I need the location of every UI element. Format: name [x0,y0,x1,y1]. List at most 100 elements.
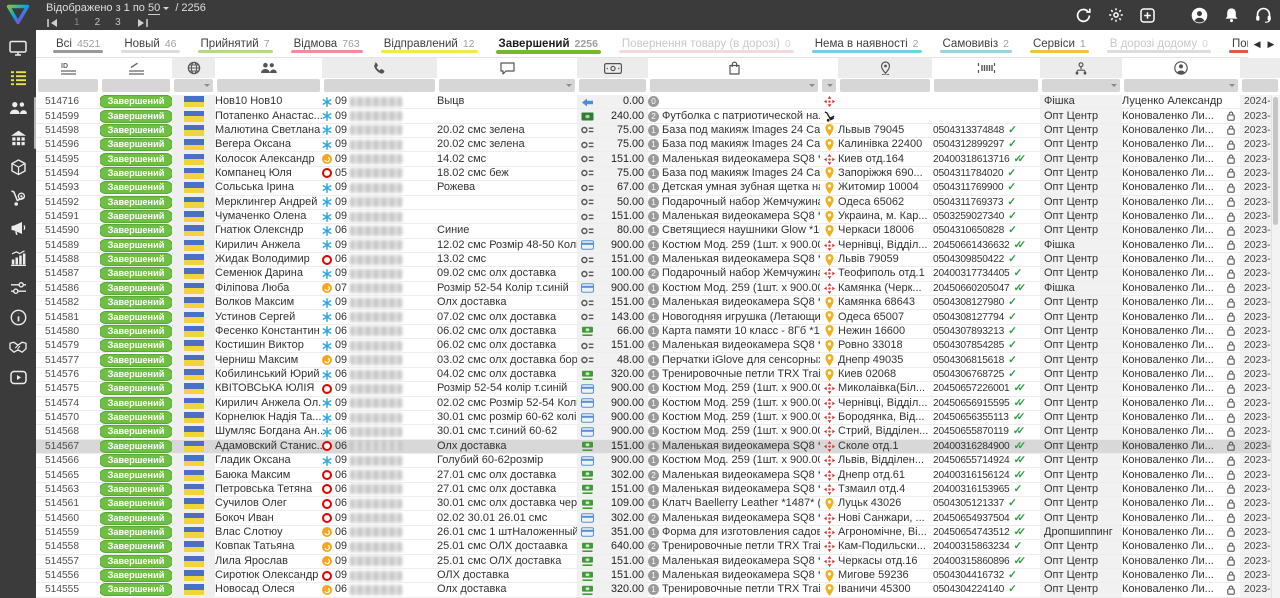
table-row[interactable]: 514588ЗавершенийЖидак Володимир0613.02 с… [36,253,1280,267]
avatar[interactable] [1191,7,1208,24]
table-row[interactable]: 514563ЗавершенийПетровська Тетяна0627.01… [36,483,1280,497]
sidebar-item-info[interactable] [9,309,28,326]
table-row[interactable]: 514559ЗавершенийВлас Слотюу0626.01 смс 1… [36,526,1280,540]
table-row[interactable]: 514558ЗавершенийКовпак Татьяна0925.01 см… [36,540,1280,554]
column-header-tracking[interactable] [932,58,1040,78]
table-row[interactable]: 514596ЗавершенийВегера Оксана0920.02 смс… [36,138,1280,152]
column-header-comment[interactable] [437,58,577,78]
table-row[interactable]: 514590ЗавершенийГнатюк Олексндр06Синие80… [36,224,1280,238]
filter-input-payment[interactable] [579,79,646,92]
filter-input-manager[interactable] [1124,79,1238,92]
sidebar-scrollbar[interactable] [34,97,36,149]
column-header-payment[interactable] [577,58,648,78]
table-row[interactable]: 514568ЗавершенийШумляс Богдана Ан...0630… [36,425,1280,439]
filter-input-country[interactable] [174,79,213,92]
page-number[interactable]: 3 [115,16,121,29]
table-row[interactable]: 514560ЗавершенийБокоч Иван0902.02 30.01 … [36,511,1280,525]
filter-input-tracking[interactable] [934,79,1038,92]
tab-сервіси[interactable]: Сервіси1 [1021,30,1098,57]
tab-повернення-товару-в-дорозі-[interactable]: Повернення товару (в дорозі)0 [610,30,803,57]
column-header-city[interactable] [838,58,932,78]
tab-самовивіз[interactable]: Самовивіз2 [931,30,1021,57]
column-header-phone[interactable] [322,58,437,78]
scrollbar-thumb[interactable] [1273,97,1278,225]
sidebar-item-partners[interactable] [9,339,28,356]
column-header-status[interactable] [100,58,172,78]
table-row[interactable]: 514594ЗавершенийКомпанец Юля0518.02 смс … [36,167,1280,181]
filter-input-carrier[interactable] [822,79,836,92]
table-row[interactable]: 514593ЗавершенийСольська Ірина09Рожева67… [36,181,1280,195]
filter-input-product[interactable] [650,79,818,92]
table-row[interactable]: 514580ЗавершенийФесенко Константин0606.0… [36,325,1280,339]
app-logo[interactable] [6,4,30,30]
last-page-button[interactable] [136,18,149,28]
refresh-icon[interactable] [1075,7,1092,24]
table-row[interactable]: 514587ЗавершенийСеменюк Дарина0909.02 см… [36,267,1280,281]
tab-завершений[interactable]: Завершений2256 [487,30,610,57]
table-row[interactable]: 514595ЗавершенийКолосок Александр0914.02… [36,152,1280,166]
filter-input-status[interactable] [102,79,170,92]
sidebar-item-orders[interactable] [9,69,28,86]
table-row[interactable]: 514574ЗавершенийКирилич Анжела Ол...0902… [36,397,1280,411]
table-row[interactable]: 514566ЗавершенийГладик Оксана09Голубий 6… [36,454,1280,468]
sidebar-item-suppliers[interactable] [9,189,28,206]
table-row[interactable]: 514579ЗавершенийКостишин Виктор0906.02 с… [36,339,1280,353]
filter-input-phone[interactable] [324,79,435,92]
table-row[interactable]: 514599ЗавершенийПотапенко Анастас...0924… [36,109,1280,123]
page-number[interactable]: 1 [74,16,80,29]
table-row[interactable]: 514570ЗавершенийКорнелюк Надія Та...0930… [36,411,1280,425]
table-row[interactable]: 514576ЗавершенийКобилинський Юрий0604.02… [36,368,1280,382]
sidebar-item-dashboard[interactable] [9,39,28,56]
table-row[interactable]: 514716ЗавершенийНов10 Нов1009Выцв0.000Фі… [36,95,1280,109]
column-header-source[interactable] [1040,58,1122,78]
sidebar-item-tutorials[interactable] [9,369,28,386]
table-row[interactable]: 514577ЗавершенийЧерниш Максим0903.02 смс… [36,353,1280,367]
tab-прийнятий[interactable]: Прийнятий7 [189,30,282,57]
sidebar-item-marketing[interactable] [9,219,28,236]
table-row[interactable]: 514591ЗавершенийЧумаченко Олена09151.001… [36,210,1280,224]
filter-input-order-id[interactable] [38,79,98,92]
headset-icon[interactable] [1255,7,1272,23]
tabs-scroll-left-icon[interactable]: ◀ [1254,39,1261,50]
sidebar-item-settings[interactable] [9,279,28,296]
table-row[interactable]: 514581ЗавершенийУстинов Сергей0607.02 см… [36,310,1280,324]
table-row[interactable]: 514567ЗавершенийАдамовский Станис...06Ол… [36,440,1280,454]
table-row[interactable]: 514575ЗавершенийКВІТОВСЬКА ЮЛІЯ09Розмір … [36,382,1280,396]
filter-input-date[interactable] [1242,79,1278,92]
tab-всі[interactable]: Всі4521 [44,30,112,57]
filter-input-customer[interactable] [217,79,320,92]
page-size-dropdown[interactable]: 50 [148,2,160,15]
first-page-button[interactable] [46,18,59,28]
vertical-scrollbar[interactable] [1271,95,1280,598]
page-number[interactable]: 2 [95,16,101,29]
table-row[interactable]: 514592ЗавершенийМерклингер Андрей0950.00… [36,196,1280,210]
table-row[interactable]: 514582ЗавершенийВолков Максим09Олх доста… [36,296,1280,310]
column-header-date[interactable] [1240,58,1280,78]
filter-input-city[interactable] [840,79,930,92]
tab-новый[interactable]: Новый46 [112,30,188,57]
table-row[interactable]: 514561ЗавершенийСучилов Олег0630.01 смс … [36,497,1280,511]
filter-input-comment[interactable] [439,79,575,92]
table-row[interactable]: 514556ЗавершенийСиротюк Олександр09ОЛХ д… [36,569,1280,583]
column-header-manager[interactable] [1122,58,1240,78]
table-row[interactable]: 514589ЗавершенийКирилич Анжела0912.02 см… [36,239,1280,253]
bell-icon[interactable] [1224,7,1239,23]
sidebar-item-statistics[interactable] [9,249,28,266]
table-row[interactable]: 514598ЗавершенийМалютина Светлана0920.02… [36,124,1280,138]
column-header-carrier[interactable] [820,58,838,78]
column-header-country[interactable] [172,58,215,78]
sidebar-item-company[interactable] [9,129,28,146]
tab-відправлений[interactable]: Відправлений12 [372,30,487,57]
add-square-icon[interactable] [1140,8,1155,23]
tab-в-дорозі-додому[interactable]: В дорозі додому0 [1098,30,1220,57]
tab-нема-в-наявності[interactable]: Нема в наявності2 [803,30,931,57]
sidebar-item-customers[interactable] [9,99,28,116]
tabs-scroll-right-icon[interactable]: ▶ [1268,39,1275,50]
table-row[interactable]: 514557ЗавершенийЛила Ярослав0925.01 смс … [36,555,1280,569]
tab-відмова[interactable]: Відмова763 [282,30,372,57]
filter-input-source[interactable] [1042,79,1120,92]
column-header-product[interactable] [648,58,820,78]
sidebar-item-products[interactable] [9,159,28,176]
column-header-customer[interactable] [215,58,322,78]
table-row[interactable]: 514555ЗавершенийНовосад Олеся06Олх доста… [36,583,1280,597]
